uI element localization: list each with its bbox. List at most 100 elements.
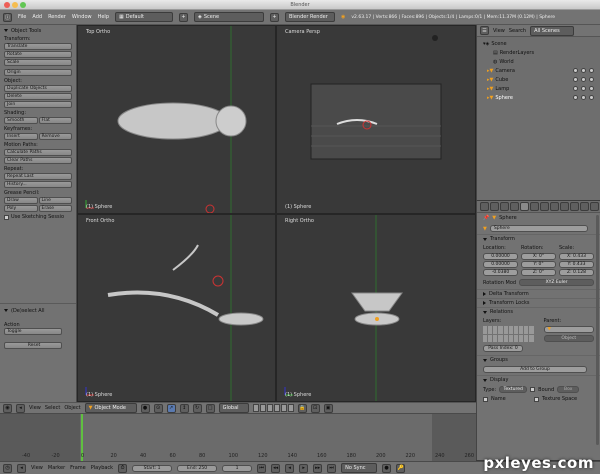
rotation-z-field[interactable]: Z: 0°: [521, 269, 556, 276]
jump-end-icon[interactable]: ⏭: [327, 463, 337, 473]
render-tab-icon[interactable]: [490, 202, 499, 211]
render-camera-icon[interactable]: [589, 77, 594, 82]
visibility-eye-icon[interactable]: [573, 86, 578, 91]
material-tab-icon[interactable]: [560, 202, 569, 211]
timeline-playback-menu[interactable]: Playback: [91, 465, 113, 471]
add-to-group-button[interactable]: Add to Group: [483, 366, 587, 373]
outliner-item-cube[interactable]: ▸▼ Cube: [477, 75, 600, 84]
object-tools-panel-title[interactable]: Object Tools: [4, 28, 72, 34]
particles-tab-icon[interactable]: [580, 202, 589, 211]
selectable-arrow-icon[interactable]: [581, 68, 586, 73]
scale-button[interactable]: Scale: [4, 59, 72, 66]
location-z-field[interactable]: -0.0380: [483, 269, 518, 276]
texture-tab-icon[interactable]: [570, 202, 579, 211]
rotation-x-field[interactable]: X: 0°: [521, 253, 556, 260]
mode-dropdown[interactable]: ▼ Object Mode: [84, 403, 137, 413]
render-engine-selector[interactable]: Blender Render: [285, 12, 335, 22]
layer-grid[interactable]: [483, 326, 534, 342]
sync-dropdown[interactable]: No Sync: [341, 463, 378, 473]
groups-panel-header[interactable]: Groups: [477, 355, 600, 364]
physics-tab-icon[interactable]: [590, 202, 599, 211]
timeline-editor[interactable]: -40 -20 0 20 40 60 80 100 120 140 160 180 200 220 240 2…: [0, 413, 476, 462]
timeline-frame-menu[interactable]: Frame: [70, 465, 86, 471]
preview-range-icon[interactable]: ⏱: [118, 463, 128, 473]
location-y-field[interactable]: 0.00000: [483, 261, 518, 268]
outliner-item-lamp[interactable]: ▸▼ Lamp: [477, 84, 600, 93]
menu-window[interactable]: Window: [72, 14, 92, 20]
render-preview-icon[interactable]: ▣: [323, 403, 333, 413]
location-x-field[interactable]: 0.00000: [483, 253, 518, 260]
outliner-item-sphere[interactable]: ▸▼ Sphere: [477, 93, 600, 102]
sphere-bowl[interactable]: [218, 312, 264, 326]
viewport-top-ortho[interactable]: Top Ortho (1) Sphere: [77, 25, 276, 214]
origin-button[interactable]: Origin: [4, 69, 72, 76]
rotation-y-field[interactable]: Y: 0°: [521, 261, 556, 268]
reset-button[interactable]: Reset: [4, 342, 62, 349]
view3d-editor-icon[interactable]: ◉: [3, 403, 12, 413]
scene-selector[interactable]: ◈ Scene: [194, 12, 264, 22]
delta-transform-panel-header[interactable]: Delta Transform: [477, 289, 600, 298]
timeline-editor-icon[interactable]: ◷: [3, 463, 12, 473]
scale-manipulator-icon[interactable]: □: [205, 403, 215, 413]
world-tab-icon[interactable]: [510, 202, 519, 211]
collapse-menu-icon[interactable]: ◂: [16, 403, 25, 413]
smooth-button[interactable]: Smooth: [4, 117, 38, 124]
pivot-point-icon[interactable]: ⊙: [153, 403, 163, 413]
translate-manipulator-icon[interactable]: ↕: [179, 403, 189, 413]
menu-render[interactable]: Render: [48, 14, 66, 20]
sphere-head[interactable]: [215, 105, 247, 137]
texture-space-checkbox[interactable]: [534, 396, 539, 402]
delete-button[interactable]: Delete: [4, 93, 72, 100]
repeat-last-button[interactable]: Repeat Last: [4, 173, 72, 180]
data-tab-icon[interactable]: [550, 202, 559, 211]
visibility-eye-icon[interactable]: [573, 95, 578, 100]
lock-camera-icon[interactable]: 🔒: [297, 403, 307, 413]
translate-button[interactable]: Translate: [4, 43, 72, 50]
constraints-tab-icon[interactable]: [530, 202, 539, 211]
render-camera-icon[interactable]: [589, 95, 594, 100]
outliner-search-menu[interactable]: Search: [509, 28, 526, 34]
insert-keyframe-button[interactable]: Insert: [4, 133, 38, 140]
manipulator-toggle-icon[interactable]: ↗: [166, 403, 176, 413]
select-menu[interactable]: Select: [45, 405, 60, 411]
relations-panel-header[interactable]: Relations: [477, 307, 600, 316]
outliner-view-menu[interactable]: View: [493, 28, 505, 34]
end-frame-field[interactable]: End: 250: [177, 464, 218, 472]
selectable-arrow-icon[interactable]: [581, 95, 586, 100]
render-camera-icon[interactable]: [589, 68, 594, 73]
calculate-paths-button[interactable]: Calculate Paths: [4, 149, 72, 156]
transform-panel-header[interactable]: Transform: [477, 234, 600, 243]
visibility-eye-icon[interactable]: [573, 68, 578, 73]
menu-add[interactable]: Add: [32, 14, 42, 20]
display-panel-header[interactable]: Display: [477, 375, 600, 384]
current-frame-field[interactable]: 1: [222, 464, 253, 472]
transform-locks-panel-header[interactable]: Transform Locks: [477, 298, 600, 307]
viewport-front-ortho[interactable]: Front Ortho (1) Sphere: [77, 214, 276, 402]
play-reverse-icon[interactable]: ◂: [285, 463, 295, 473]
action-dropdown[interactable]: Toggle: [4, 328, 62, 335]
render-camera-icon[interactable]: [589, 86, 594, 91]
viewport-shading-icon[interactable]: ●: [140, 403, 150, 413]
orientation-dropdown[interactable]: Global: [218, 403, 249, 413]
add-layout-button[interactable]: +: [179, 12, 188, 22]
object-menu[interactable]: Object: [64, 405, 80, 411]
outliner-item-scene[interactable]: ▾◈ Scene: [477, 39, 600, 48]
pass-index-field[interactable]: Pass Index: 0: [483, 345, 523, 352]
record-icon[interactable]: ●: [382, 463, 392, 473]
sphere-elongated-body[interactable]: [117, 102, 229, 140]
sphere-tail[interactable]: [172, 244, 199, 271]
menu-file[interactable]: File: [18, 14, 26, 20]
bound-type-dropdown[interactable]: Box: [557, 386, 580, 393]
grease-draw-button[interactable]: Draw: [4, 197, 38, 204]
outliner-filter-dropdown[interactable]: All Scenes: [530, 25, 575, 36]
view-menu[interactable]: View: [29, 405, 41, 411]
properties-scrollbar[interactable]: [596, 215, 599, 445]
start-frame-field[interactable]: Start: 1: [132, 464, 173, 472]
join-button[interactable]: Join: [4, 101, 72, 108]
bound-checkbox[interactable]: [530, 387, 536, 392]
display-type-dropdown[interactable]: Textured: [499, 386, 528, 393]
prev-keyframe-icon[interactable]: ◂◂: [271, 463, 281, 473]
remove-keyframe-button[interactable]: Remove: [38, 133, 72, 140]
timeline-view-menu[interactable]: View: [31, 465, 43, 471]
grease-erase-button[interactable]: Erase: [38, 205, 72, 212]
